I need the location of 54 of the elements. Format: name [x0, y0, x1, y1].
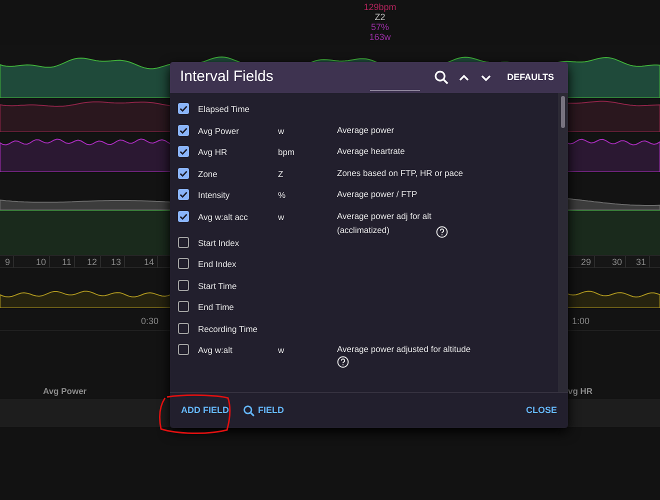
checkbox[interactable]: [178, 236, 189, 248]
checkbox[interactable]: [178, 189, 189, 200]
field-description: Average power adjusted for altitude: [337, 343, 472, 356]
field-unit: bpm: [278, 146, 296, 159]
checkbox[interactable]: [178, 146, 189, 157]
field-description: Average heartrate: [337, 145, 405, 158]
field-name: Recording Time: [197, 322, 259, 336]
field-description: Zones based on FTP, HR or pace: [337, 166, 463, 180]
checkbox[interactable]: [178, 258, 189, 269]
close-button[interactable]: CLOSE: [522, 400, 560, 422]
checkbox[interactable]: [178, 280, 189, 290]
field-name: End Index: [197, 258, 238, 271]
add-field-button[interactable]: ADD FIELD: [178, 400, 232, 422]
stat-label: 129bpm: [364, 2, 396, 12]
checkbox[interactable]: [178, 103, 189, 114]
search-field-button[interactable]: FIELD: [240, 400, 287, 422]
field-description: Average power adj for alt (acclimatized): [337, 210, 432, 236]
scrollbar[interactable]: [558, 93, 568, 392]
time-label: 1:00: [572, 315, 590, 328]
field-unit: w: [278, 344, 286, 357]
field-name: Elapsed Time: [197, 103, 250, 116]
help-icon[interactable]: [436, 226, 448, 238]
checkbox[interactable]: [178, 210, 189, 222]
field-name: Avg w:alt acc: [197, 210, 249, 224]
field-description: Average power: [337, 124, 394, 136]
field-name: Zone: [197, 168, 218, 180]
field-name: Avg w:alt: [197, 344, 234, 357]
field-unit: w: [278, 124, 286, 138]
chart-title: Avg Power: [43, 385, 87, 398]
field-name: Intensity: [197, 189, 231, 202]
field-unit: Z: [278, 168, 284, 180]
time-label: 0:30: [141, 315, 159, 328]
field-description: Average power / FTP: [337, 188, 418, 201]
field-name: End Time: [197, 301, 235, 314]
dialog-title: Interval Fields: [180, 67, 274, 88]
defaults-button[interactable]: DEFAULTS: [503, 68, 558, 86]
checkbox[interactable]: [178, 322, 189, 334]
checkbox[interactable]: [178, 124, 189, 136]
search-icon: [434, 70, 450, 85]
checkbox[interactable]: [178, 301, 189, 312]
field-unit: w: [278, 210, 286, 224]
field-name: Avg HR: [197, 146, 228, 159]
field-unit: %: [278, 189, 287, 202]
field-name: Avg Power: [197, 124, 240, 138]
field-name: Start Index: [197, 236, 240, 250]
stat-label: 57%: [370, 22, 389, 32]
help-icon[interactable]: [337, 356, 349, 368]
search-icon: [243, 404, 255, 416]
field-name: Start Time: [197, 280, 238, 292]
checkbox[interactable]: [178, 344, 189, 355]
stat-label: 163w: [369, 32, 391, 42]
checkbox[interactable]: [178, 168, 189, 178]
stat-label: Z2: [374, 12, 386, 22]
chart-title: vg HR: [568, 385, 593, 398]
